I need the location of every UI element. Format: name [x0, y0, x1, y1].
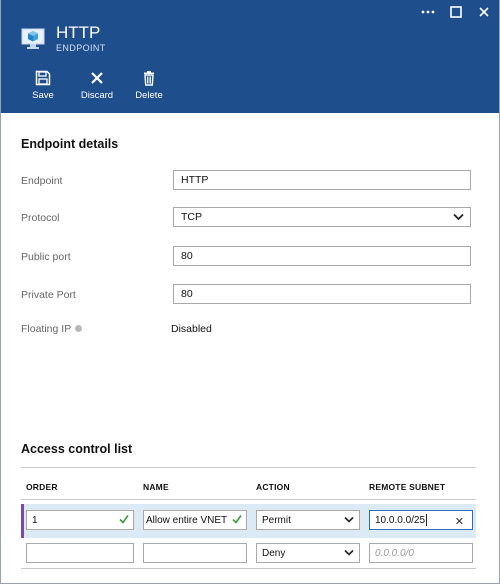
acl-action-select[interactable]: Permit — [256, 510, 360, 530]
chevron-down-icon — [453, 213, 464, 221]
page-subtitle: ENDPOINT — [56, 43, 106, 53]
endpoint-details-heading: Endpoint details — [21, 137, 119, 151]
endpoint-field[interactable]: HTTP — [173, 170, 471, 190]
save-label: Save — [32, 90, 54, 101]
acl-remote-subnet-placeholder: 0.0.0.0/0 — [375, 547, 414, 559]
blade-header: HTTP ENDPOINT Save Discard Delete — [1, 0, 499, 113]
public-port-field[interactable]: 80 — [173, 246, 471, 266]
save-icon — [35, 70, 51, 86]
maximize-icon[interactable] — [449, 5, 463, 19]
delete-button[interactable]: Delete — [123, 70, 175, 101]
public-port-value: 80 — [181, 250, 193, 262]
discard-icon — [91, 72, 103, 84]
protocol-label: Protocol — [21, 212, 60, 224]
acl-new-name-input[interactable] — [143, 543, 247, 563]
acl-action-value: Permit — [262, 514, 291, 526]
discard-button[interactable]: Discard — [71, 70, 123, 101]
chevron-down-icon — [344, 549, 354, 556]
acl-top-divider — [21, 467, 476, 468]
floating-ip-label: Floating IP — [21, 323, 83, 335]
acl-col-name: NAME — [143, 482, 169, 492]
check-icon — [232, 515, 242, 524]
endpoint-blade: HTTP ENDPOINT Save Discard Delete Endpoi… — [0, 0, 500, 584]
acl-col-order: ORDER — [26, 482, 58, 492]
trash-icon — [144, 71, 154, 86]
public-port-label: Public port — [21, 251, 71, 263]
private-port-value: 80 — [181, 288, 193, 300]
protocol-value: TCP — [181, 211, 202, 223]
close-icon[interactable] — [477, 5, 491, 19]
more-icon[interactable] — [421, 5, 435, 19]
delete-label: Delete — [135, 90, 163, 101]
acl-new-order-input[interactable] — [26, 543, 134, 563]
acl-name-input[interactable]: Allow entire VNET — [143, 510, 247, 530]
acl-col-remote-subnet: REMOTE SUBNET — [369, 482, 446, 492]
text-caret — [426, 514, 428, 526]
info-icon[interactable] — [75, 324, 83, 332]
window-controls — [421, 5, 491, 19]
private-port-field[interactable]: 80 — [173, 284, 471, 304]
save-button[interactable]: Save — [17, 70, 69, 101]
acl-remote-subnet-input[interactable]: 10.0.0.0/25 ✕ — [369, 510, 473, 530]
endpoint-value: HTTP — [181, 174, 209, 186]
chevron-down-icon — [344, 516, 354, 523]
check-icon — [119, 515, 129, 524]
acl-remote-subnet-value: 10.0.0.0/25 — [375, 514, 426, 526]
acl-new-remote-subnet-input[interactable]: 0.0.0.0/0 — [369, 543, 473, 563]
acl-order-input[interactable]: 1 — [26, 510, 134, 530]
acl-heading: Access control list — [21, 442, 133, 456]
discard-label: Discard — [80, 90, 114, 101]
private-port-label: Private Port — [21, 289, 76, 301]
acl-col-action: ACTION — [256, 482, 290, 492]
acl-new-action-select[interactable]: Deny — [256, 543, 360, 563]
clear-icon[interactable]: ✕ — [455, 515, 464, 528]
acl-new-action-value: Deny — [262, 547, 286, 559]
command-bar: Save Discard Delete — [23, 70, 175, 101]
floating-ip-label-text: Floating IP — [21, 323, 72, 335]
page-title: HTTP — [56, 23, 101, 42]
acl-header-divider — [21, 499, 476, 500]
cube-monitor-icon — [21, 27, 45, 51]
endpoint-label: Endpoint — [21, 175, 63, 187]
acl-name-value: Allow entire VNET — [146, 514, 228, 526]
floating-ip-value: Disabled — [171, 323, 212, 335]
acl-order-value: 1 — [32, 514, 38, 526]
acl-bottom-divider — [21, 568, 476, 569]
protocol-select[interactable]: TCP — [173, 207, 471, 227]
